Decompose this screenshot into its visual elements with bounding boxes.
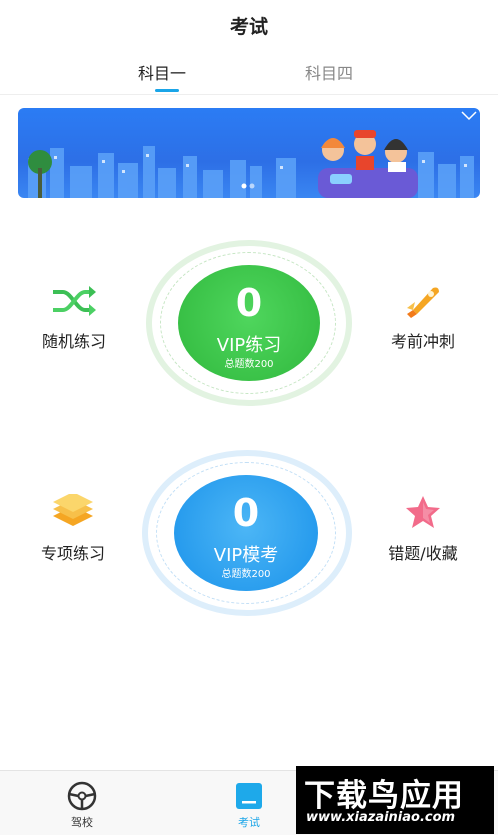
nav-label-exam: 考试 — [238, 816, 260, 829]
steering-wheel-icon — [67, 781, 97, 811]
vip-exam-count: 0 — [232, 491, 260, 535]
layers-icon — [53, 494, 93, 526]
nav-item-driving-school[interactable]: 驾校 — [62, 781, 102, 830]
subject-tabs: 科目一 科目四 — [0, 56, 498, 95]
pre-exam-sprint-button[interactable]: 考前冲刺 — [383, 284, 463, 352]
special-practice-button[interactable]: 专项练习 — [32, 494, 114, 564]
tab-subject-four[interactable]: 科目四 — [305, 60, 353, 84]
vip-exam-total: 总题数200 — [221, 569, 271, 580]
rocket-icon — [407, 287, 439, 318]
random-practice-label: 随机练习 — [41, 332, 106, 351]
mistakes-favorites-button[interactable]: 错题/收藏 — [378, 494, 468, 564]
shuffle-icon — [53, 286, 96, 316]
nav-item-exam[interactable]: 考试 — [229, 781, 269, 830]
random-practice-button[interactable]: 随机练习 — [34, 284, 114, 352]
star-icon — [406, 496, 440, 528]
vip-practice-label: VIP练习 — [216, 335, 282, 356]
vip-practice-count: 0 — [235, 281, 263, 325]
active-tab-indicator — [155, 89, 179, 92]
mistakes-favorites-label: 错题/收藏 — [388, 544, 458, 563]
vip-practice-total: 总题数200 — [224, 359, 274, 370]
vip-exam-label: VIP模考 — [213, 545, 279, 566]
pre-exam-sprint-label: 考前冲刺 — [390, 332, 455, 351]
page-title: 考试 — [229, 16, 268, 38]
watermark-url: www.xiazainiao.com — [306, 810, 456, 825]
promo-banner[interactable] — [18, 108, 480, 198]
banner-illustration — [28, 111, 477, 198]
tab-subject-one[interactable]: 科目一 — [138, 60, 186, 84]
vip-practice-button[interactable]: 0 VIP练习 总题数200 — [178, 265, 320, 381]
watermark-title: 下载鸟应用 — [304, 778, 464, 814]
nav-label-driving-school: 驾校 — [71, 816, 93, 829]
exam-icon — [236, 783, 262, 809]
vip-exam-button[interactable]: 0 VIP模考 总题数200 — [174, 475, 318, 591]
special-practice-label: 专项练习 — [40, 544, 105, 563]
site-watermark: 下载鸟应用 www.xiazainiao.com — [296, 766, 494, 834]
